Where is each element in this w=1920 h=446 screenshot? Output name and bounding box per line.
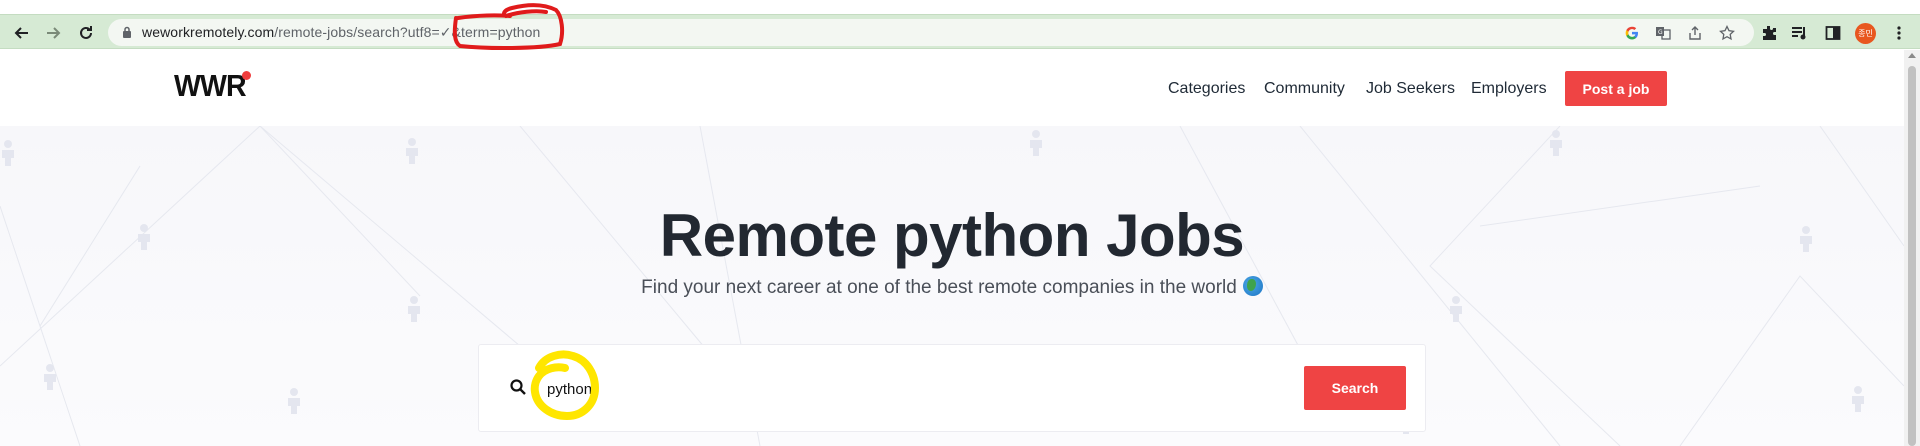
search-icon [509,378,527,401]
nav-job-seekers[interactable]: Job Seekers [1366,80,1455,98]
address-bar[interactable]: weworkremotely.com/remote-jobs/search?ut… [108,19,1754,46]
nav-categories[interactable]: Categories [1168,80,1245,98]
browser-toolbar: weworkremotely.com/remote-jobs/search?ut… [0,14,1920,49]
forward-arrow-icon[interactable] [41,21,65,45]
lock-icon[interactable] [122,26,132,44]
search-button[interactable]: Search [1304,366,1406,410]
site-header: WWR Categories Community Job Seekers Emp… [0,50,1904,126]
nav-employers[interactable]: Employers [1471,80,1547,98]
scroll-thumb[interactable] [1908,66,1916,446]
post-a-job-button[interactable]: Post a job [1565,71,1667,106]
profile-avatar[interactable]: 종민 [1855,23,1876,44]
back-arrow-icon[interactable] [10,21,34,45]
profile-label: 종민 [1858,29,1873,38]
page-subtitle: Find your next career at one of the best… [0,276,1904,299]
nav-community[interactable]: Community [1264,80,1345,98]
scroll-up-arrow-icon[interactable] [1908,53,1916,58]
page-content: WWR Categories Community Job Seekers Emp… [0,50,1904,446]
search-input[interactable] [547,369,1247,409]
search-box: Search [478,344,1426,432]
extensions-icon[interactable] [1757,21,1781,45]
url-text: weworkremotely.com/remote-jobs/search?ut… [142,24,541,40]
globe-icon [1242,276,1263,296]
svg-text:G: G [1658,29,1663,36]
menu-icon[interactable] [1887,21,1911,45]
side-panel-icon[interactable] [1821,21,1845,45]
page-scrollbar[interactable] [1904,50,1920,446]
google-icon[interactable] [1622,23,1642,43]
logo-dot-icon [242,71,251,80]
share-icon[interactable] [1685,23,1705,43]
translate-icon[interactable]: G [1653,23,1673,43]
star-icon[interactable] [1717,23,1737,43]
reading-list-icon[interactable] [1788,21,1812,45]
subtitle-text: Find your next career at one of the best… [641,277,1237,298]
wwr-logo[interactable]: WWR [174,68,247,104]
page-title: Remote python Jobs [659,202,1245,269]
reload-icon[interactable] [74,21,98,45]
